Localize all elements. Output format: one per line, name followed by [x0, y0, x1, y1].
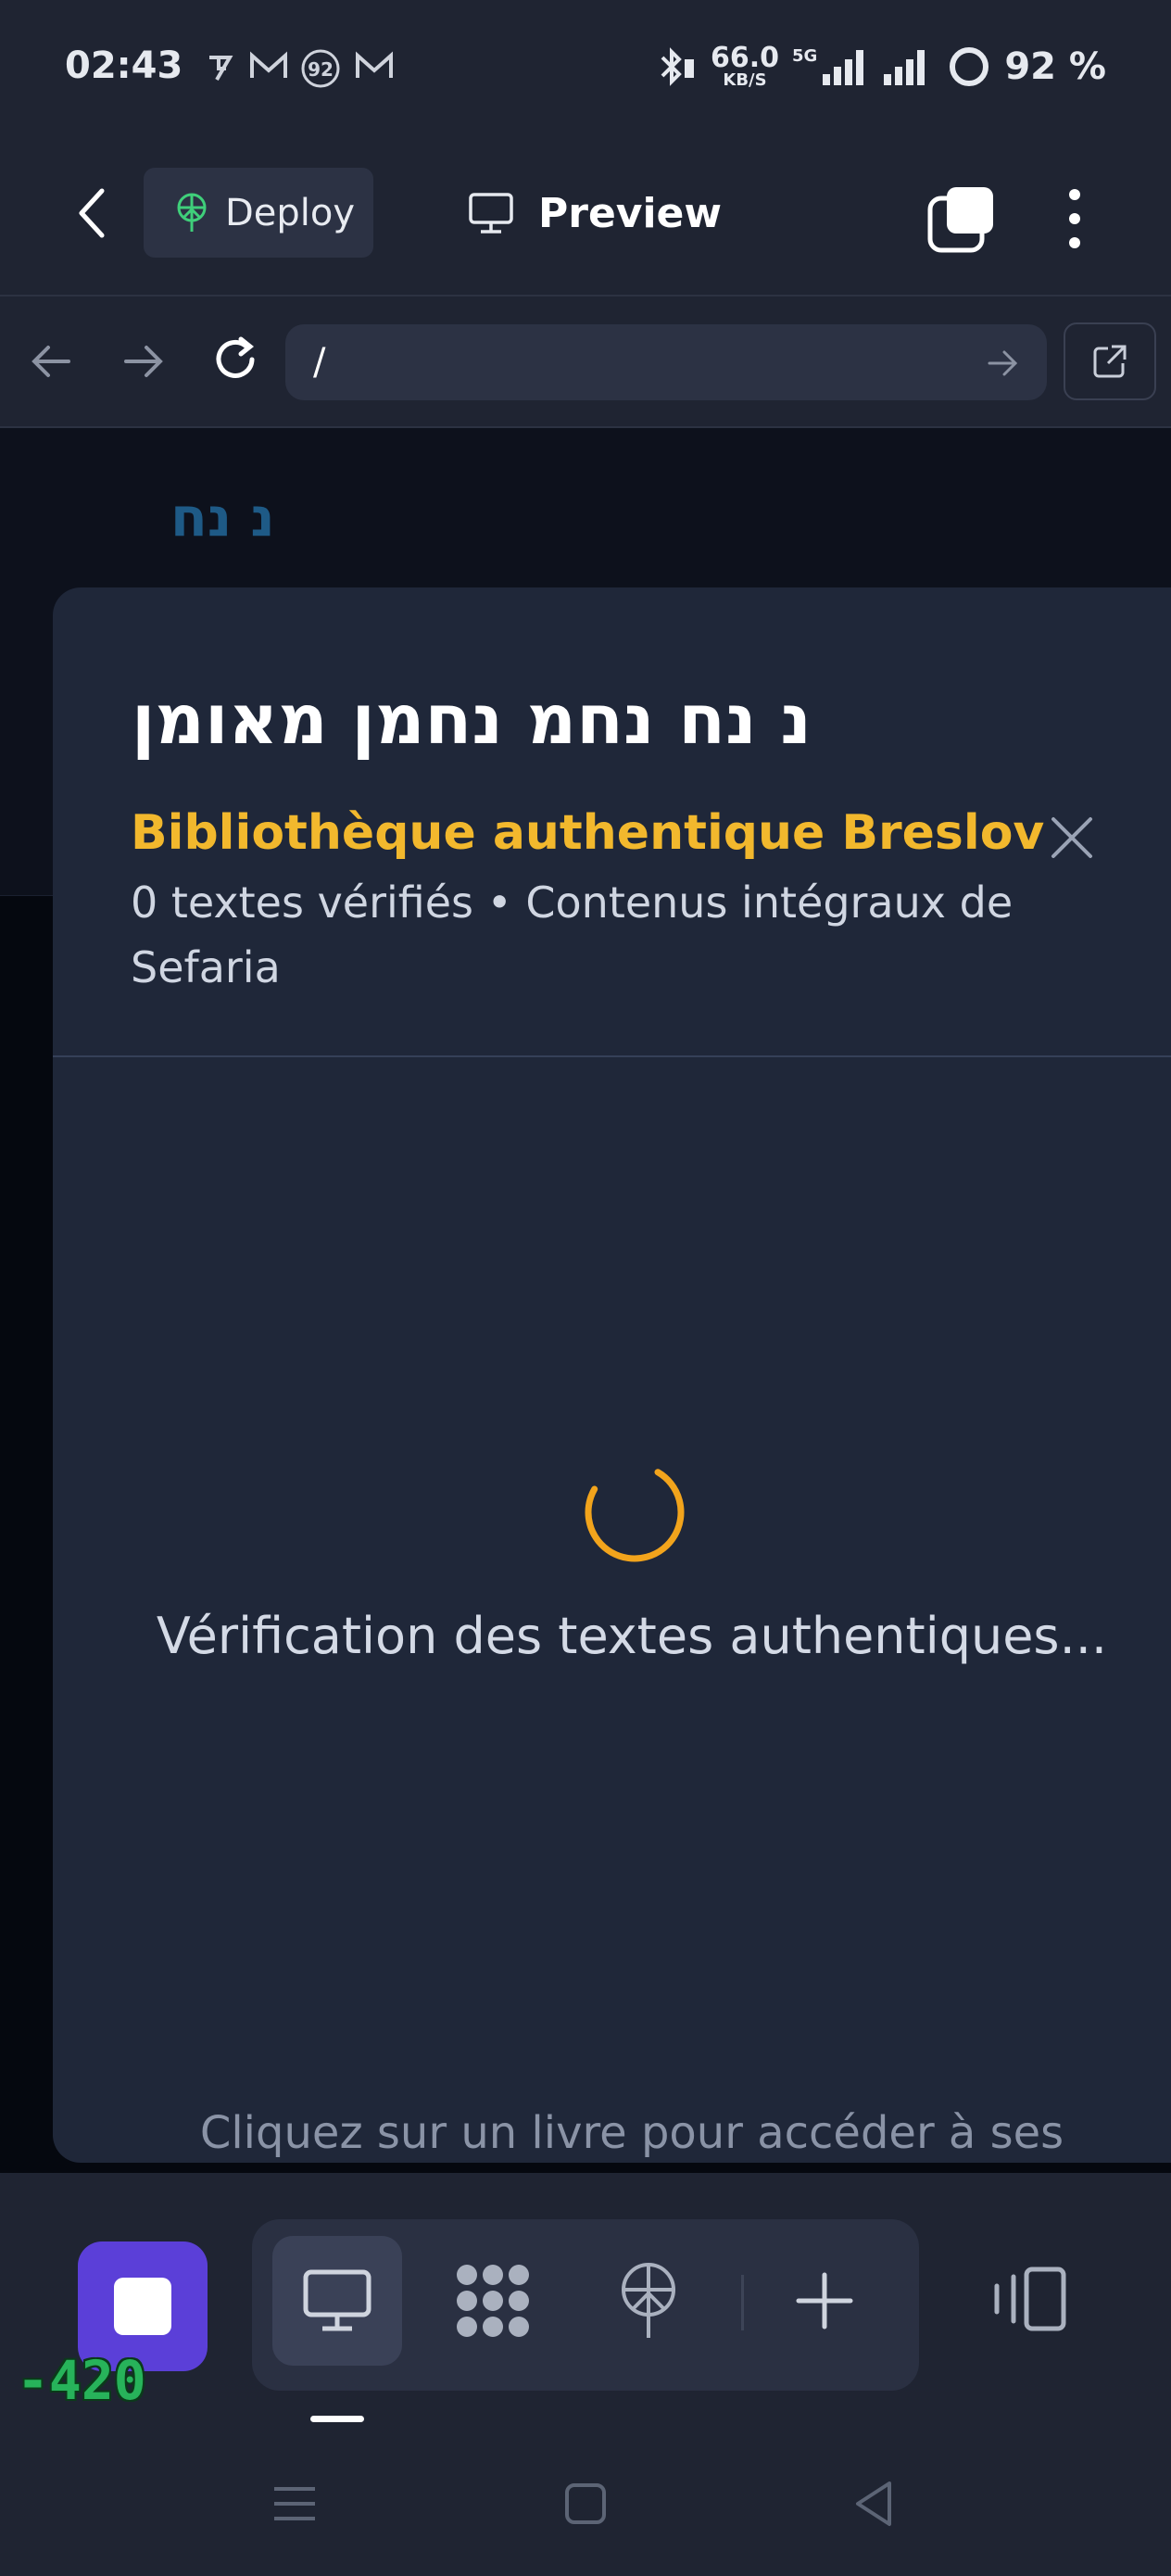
back-nav-icon[interactable] [847, 2476, 902, 2532]
network-speed-unit: KB/S [723, 70, 767, 90]
modal-divider [53, 1055, 1171, 1057]
url-text: / [313, 341, 326, 384]
integrations-icon [457, 2265, 529, 2337]
counter-badge: -420 [17, 2349, 146, 2412]
gmail-icon-2 [354, 48, 395, 85]
network-speed: 66.0 KB/S [711, 44, 779, 89]
go-arrow-icon[interactable] [984, 345, 1021, 382]
loading-text: Vérification des textes authentiques... [156, 1607, 1108, 1665]
app-header: Deploy Preview [0, 139, 1171, 297]
deploy-label: Deploy [225, 191, 356, 234]
notification-count-icon: 92 [300, 48, 341, 88]
modal-stats: 0 textes vérifiés • Contenus intégraux d… [131, 878, 1014, 992]
deploy-tool-button[interactable] [584, 2236, 713, 2366]
reload-icon[interactable] [208, 332, 263, 387]
network-type: 5G [792, 46, 818, 66]
integrations-tool-button[interactable] [428, 2236, 558, 2366]
tabs-icon[interactable] [926, 183, 997, 254]
back-button[interactable] [65, 181, 120, 246]
monitor-icon [469, 193, 513, 234]
plus-icon [796, 2272, 853, 2330]
external-link-icon [1093, 345, 1127, 378]
active-tab-indicator [310, 2416, 364, 2422]
preview-tool-button[interactable] [272, 2236, 402, 2366]
close-button[interactable] [1044, 810, 1100, 865]
deploy-icon [177, 193, 207, 232]
signal-5g-icon: 5G [792, 46, 869, 87]
toolbar-separator [741, 2275, 744, 2330]
gmail-icon [248, 48, 289, 85]
status-bar: 02:43 92 66.0 KB/S 5G 92 % [0, 0, 1171, 139]
more-options-icon[interactable] [1056, 183, 1093, 254]
bluetooth-icon [661, 47, 694, 86]
status-time: 02:43 [65, 44, 183, 87]
deploy-button[interactable]: Deploy [144, 168, 373, 258]
chevron-left-icon [79, 188, 105, 238]
monitor-icon [303, 2269, 371, 2331]
open-external-button[interactable] [1064, 322, 1156, 400]
tool-group [252, 2219, 919, 2391]
webview: נ נח נ נח נחמ נחמן מאומן Bibliothèque au… [0, 428, 1171, 2173]
deploy-icon [622, 2263, 675, 2338]
battery-ring-icon [950, 47, 989, 86]
signal-icon [884, 50, 925, 85]
url-input[interactable]: / [285, 324, 1047, 400]
svg-text:92: 92 [308, 58, 334, 81]
home-icon[interactable] [558, 2476, 613, 2532]
add-tool-button[interactable] [760, 2236, 889, 2366]
stop-icon [114, 2278, 171, 2335]
hint-text: Cliquez sur un livre pour accéder à ses [199, 2107, 1064, 2159]
preview-tab[interactable]: Preview [468, 176, 722, 250]
close-icon [1051, 817, 1092, 858]
browser-forward-icon[interactable] [120, 338, 167, 385]
battery-percent: 92 % [1004, 45, 1106, 88]
recent-apps-icon[interactable] [267, 2476, 322, 2532]
system-nav-bar [0, 2446, 1171, 2576]
page-logo[interactable]: נ נח [170, 486, 275, 549]
device-preview-button[interactable] [963, 2234, 1093, 2364]
modal-title: נ נח נחמ נחמן מאומן [132, 680, 812, 760]
notification-icon-app [206, 48, 233, 85]
devices-icon [994, 2267, 1066, 2331]
preview-label: Preview [538, 189, 723, 237]
browser-back-icon[interactable] [28, 338, 74, 385]
library-modal: נ נח נחמ נחמן מאומן Bibliothèque authent… [53, 587, 1171, 2163]
modal-subtitle: Bibliothèque authentique Breslov [131, 805, 1045, 861]
url-bar-row: / [0, 297, 1171, 428]
network-speed-value: 66.0 [710, 42, 780, 74]
status-right: 66.0 KB/S 5G 92 % [655, 44, 1106, 89]
loading-spinner-icon [581, 1458, 688, 1566]
